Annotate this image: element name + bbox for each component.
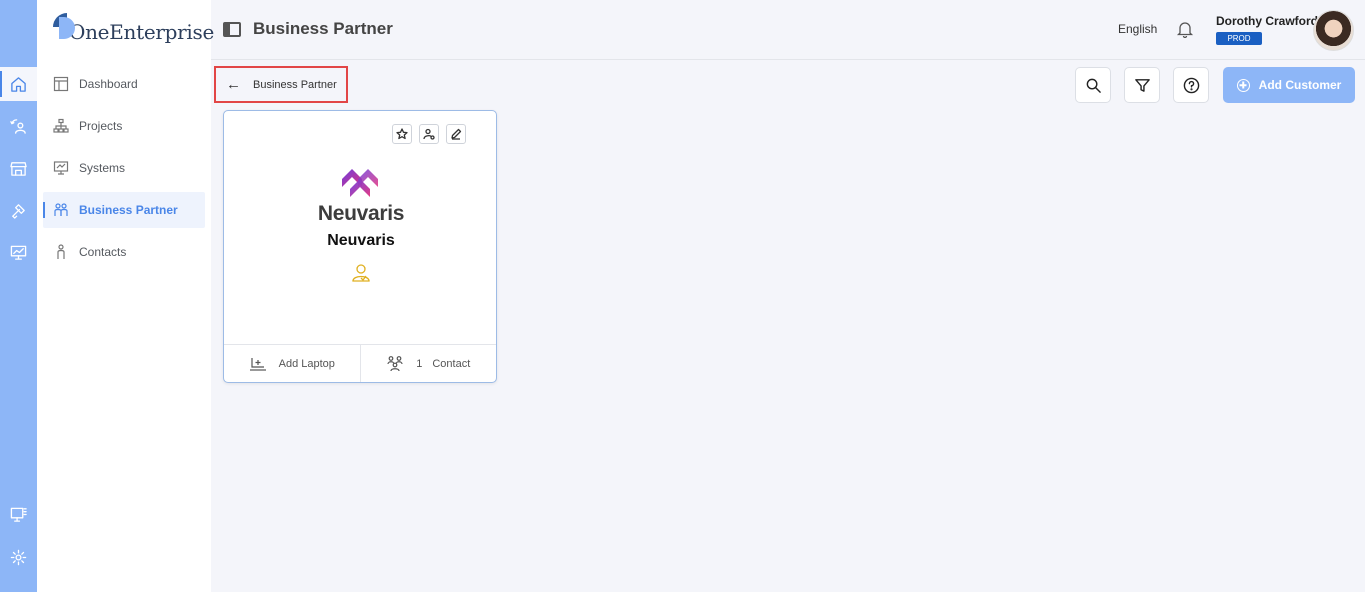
notification-bell-icon[interactable] xyxy=(1176,20,1194,39)
card-actions xyxy=(392,124,466,144)
breadcrumb[interactable]: ← Business Partner xyxy=(214,66,348,103)
breadcrumb-label: Business Partner xyxy=(253,78,337,91)
logo-text: OneEnterprise xyxy=(69,20,214,44)
company-logo-wordmark: Neuvaris xyxy=(317,202,405,225)
card-footer: Add Laptop 1 Contact xyxy=(224,344,496,382)
tools-icon[interactable] xyxy=(0,193,37,227)
logo-mark-icon xyxy=(53,13,75,43)
laptop-add-icon xyxy=(249,357,266,371)
business-partner-card[interactable]: Neuvaris Neuvaris Add Laptop 1 Contact xyxy=(223,110,497,383)
add-laptop-label: Add Laptop xyxy=(278,357,335,370)
plus-circle-icon xyxy=(1236,78,1250,92)
store-icon[interactable] xyxy=(0,151,37,185)
systems-icon xyxy=(53,161,69,175)
people-icon xyxy=(54,203,68,216)
contact-label: Contact xyxy=(432,357,471,370)
star-icon xyxy=(396,128,408,140)
sidebar-item-systems[interactable]: Systems xyxy=(43,150,205,186)
search-icon xyxy=(1086,78,1101,93)
app-logo[interactable]: OneEnterprise xyxy=(53,8,214,48)
home-icon[interactable] xyxy=(0,67,37,101)
env-badge: PROD xyxy=(1216,32,1262,45)
add-customer-button[interactable]: Add Customer xyxy=(1223,67,1355,103)
sidebar-item-contacts[interactable]: Contacts xyxy=(43,234,205,270)
top-header: Business Partner English Dorothy Crawfor… xyxy=(211,0,1365,60)
add-laptop-button[interactable]: Add Laptop xyxy=(224,345,360,382)
user-swap-icon[interactable] xyxy=(0,109,37,143)
back-arrow-icon[interactable]: ← xyxy=(226,76,241,93)
sidebar-item-business-partner[interactable]: Business Partner xyxy=(43,192,205,228)
sidebar-item-label: Business Partner xyxy=(79,203,178,217)
sidebar-item-projects[interactable]: Projects xyxy=(43,108,205,144)
company-logo-icon xyxy=(342,169,378,197)
group-icon xyxy=(387,355,403,371)
sidebar-item-label: Dashboard xyxy=(79,77,138,91)
monitor-chart-icon[interactable] xyxy=(0,235,37,269)
monitor-grid-icon[interactable] xyxy=(0,497,37,531)
filter-icon xyxy=(1134,78,1150,92)
user-name[interactable]: Dorothy Crawford xyxy=(1216,14,1318,28)
filter-button[interactable] xyxy=(1124,67,1160,103)
help-button[interactable] xyxy=(1173,67,1209,103)
person-icon xyxy=(57,244,65,259)
sidebar-item-label: Projects xyxy=(79,119,123,133)
help-icon xyxy=(1183,77,1199,93)
sidebar-item-label: Contacts xyxy=(79,245,127,259)
user-settings-icon xyxy=(423,128,435,140)
add-customer-label: Add Customer xyxy=(1258,78,1342,92)
pencil-icon xyxy=(451,128,462,140)
dashboard-icon xyxy=(53,76,69,92)
icon-rail xyxy=(0,0,37,592)
page-title: Business Partner xyxy=(253,19,393,38)
sidebar: OneEnterprise Dashboard Projects Systems… xyxy=(37,0,214,592)
settings-icon[interactable] xyxy=(0,540,37,574)
sidebar-toggle-icon[interactable] xyxy=(223,22,241,37)
sidebar-nav: Dashboard Projects Systems Business Part… xyxy=(43,66,205,276)
avatar[interactable] xyxy=(1313,10,1354,51)
owner-user-icon[interactable] xyxy=(351,263,371,283)
search-button[interactable] xyxy=(1075,67,1111,103)
contacts-link[interactable]: 1 Contact xyxy=(359,345,497,382)
language-selector[interactable]: English xyxy=(1118,22,1157,36)
hierarchy-icon xyxy=(53,118,69,133)
contact-count: 1 xyxy=(416,357,423,370)
company-name[interactable]: Neuvaris xyxy=(224,232,498,250)
sidebar-item-dashboard[interactable]: Dashboard xyxy=(43,66,205,102)
edit-button[interactable] xyxy=(446,124,466,144)
sidebar-item-label: Systems xyxy=(79,161,126,175)
assign-user-button[interactable] xyxy=(419,124,439,144)
favorite-button[interactable] xyxy=(392,124,412,144)
